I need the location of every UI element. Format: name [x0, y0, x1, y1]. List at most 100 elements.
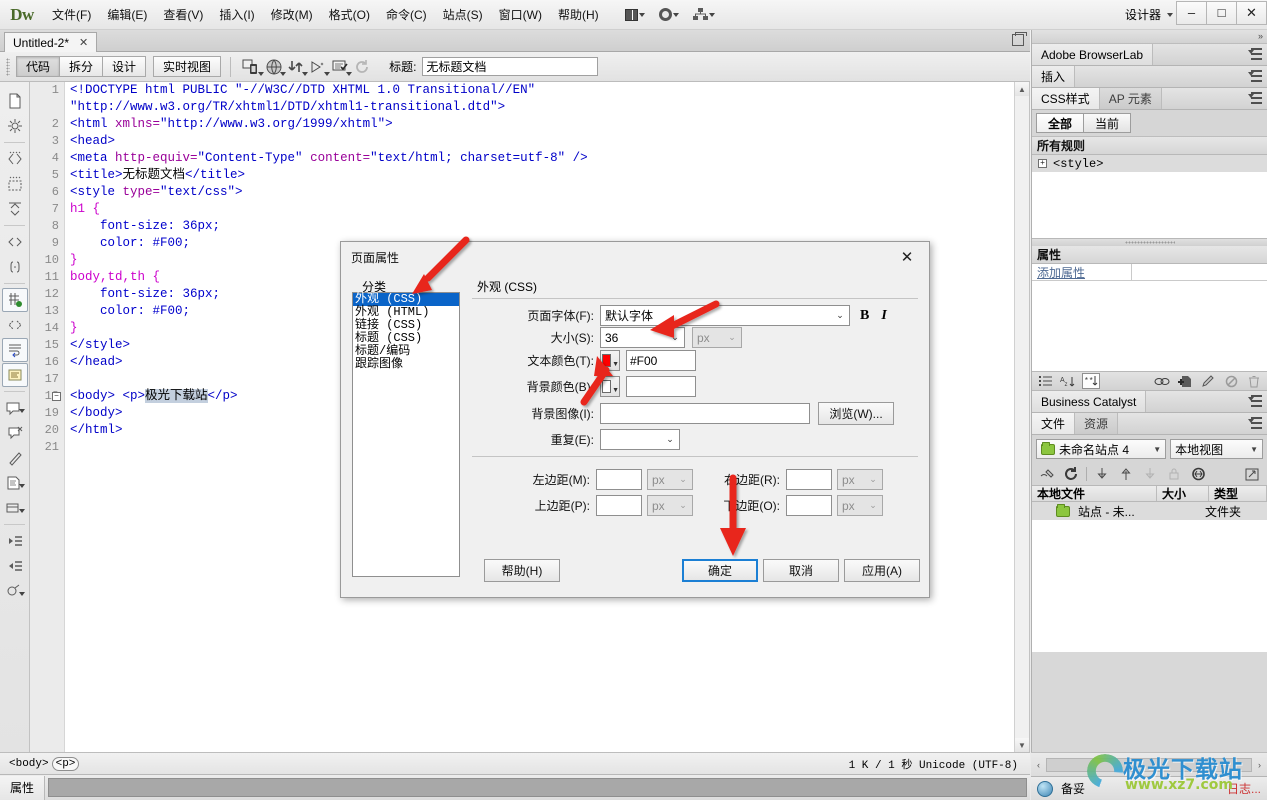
connect-icon[interactable] — [1038, 466, 1056, 482]
code-line[interactable]: <meta http-equiv="Content-Type" content=… — [70, 150, 1029, 167]
balance-braces-icon[interactable] — [2, 255, 28, 279]
panel-menu-icon[interactable] — [1248, 417, 1262, 429]
az-sort-icon[interactable]: Az — [1059, 373, 1077, 389]
collapse-full-tag-icon[interactable] — [2, 147, 28, 171]
dock-collapse-bar[interactable]: » — [1032, 30, 1267, 44]
expand-icon[interactable]: + — [1038, 159, 1047, 168]
property-value-cell[interactable] — [1132, 264, 1267, 280]
indent-code-icon[interactable] — [2, 529, 28, 553]
code-line[interactable]: "http://www.w3.org/TR/xhtml1/DTD/xhtml1-… — [70, 99, 1029, 116]
scroll-up-arrow[interactable]: ▲ — [1015, 82, 1029, 96]
property-inspector-tab[interactable]: 属性 — [0, 775, 46, 800]
code-line[interactable]: <title>无标题文档</title> — [70, 167, 1029, 184]
attach-style-sheet-icon[interactable] — [2, 496, 28, 520]
panel-browserlab-header[interactable]: Adobe BrowserLab — [1032, 44, 1267, 66]
close-icon[interactable]: ✕ — [79, 36, 88, 49]
bg-color-swatch[interactable]: ▼ — [600, 376, 620, 397]
show-code-navigator-icon[interactable] — [2, 114, 28, 138]
browse-button[interactable]: 浏览(W)... — [818, 402, 894, 425]
code-line[interactable]: font-size: 36px; — [70, 218, 1029, 235]
margin-bottom-unit-select[interactable]: px ⌄ — [837, 495, 883, 516]
margin-left-input[interactable] — [596, 469, 642, 490]
refresh-icon[interactable] — [1062, 466, 1080, 482]
site-select[interactable]: 未命名站点 4 ▼ — [1036, 439, 1167, 459]
minimize-button[interactable]: – — [1176, 0, 1207, 25]
layout-switcher-button[interactable] — [624, 8, 645, 21]
code-vertical-scrollbar[interactable]: ▲ ▼ — [1014, 82, 1029, 752]
margin-left-unit-select[interactable]: px ⌄ — [647, 469, 693, 490]
workspace-switcher[interactable]: 设计器 — [1125, 6, 1177, 23]
tab-assets[interactable]: 资源 — [1075, 413, 1119, 434]
scrollbar-track[interactable] — [1046, 757, 1252, 772]
menu-file[interactable]: 文件(F) — [44, 2, 99, 27]
category-item-5[interactable]: 跟踪图像 — [353, 358, 459, 371]
dialog-close-button[interactable]: ✕ — [885, 242, 929, 272]
maximize-button[interactable]: □ — [1206, 0, 1237, 25]
apply-comment-icon[interactable] — [2, 396, 28, 420]
margin-right-unit-select[interactable]: px ⌄ — [837, 469, 883, 490]
view-select[interactable]: 本地视图 ▼ — [1170, 439, 1263, 459]
menu-help[interactable]: 帮助(H) — [550, 2, 607, 27]
format-source-code-icon[interactable] — [2, 579, 28, 603]
new-css-rule-icon[interactable] — [1176, 373, 1194, 389]
italic-toggle[interactable]: I — [881, 308, 886, 324]
table-row[interactable]: 站点 - 未... 文件夹 — [1032, 502, 1267, 520]
panel-menu-icon[interactable] — [1248, 92, 1262, 104]
attach-style-sheet-icon[interactable] — [1153, 373, 1171, 389]
open-documents-icon[interactable] — [2, 89, 28, 113]
tab-ap-elements[interactable]: AP 元素 — [1099, 88, 1162, 109]
margin-right-input[interactable] — [786, 469, 832, 490]
files-table-body[interactable]: 站点 - 未... 文件夹 — [1032, 502, 1267, 652]
code-line[interactable]: <html xmlns="http://www.w3.org/1999/xhtm… — [70, 116, 1029, 133]
text-color-swatch[interactable]: ▼ — [600, 350, 620, 371]
add-property-link[interactable]: 添加属性 — [1032, 264, 1132, 280]
page-title-input[interactable] — [422, 57, 599, 76]
help-button[interactable]: 帮助(H) — [484, 559, 560, 582]
menu-insert[interactable]: 插入(I) — [211, 2, 262, 27]
apply-button[interactable]: 应用(A) — [844, 559, 920, 582]
line-numbers-icon[interactable] — [1, 288, 28, 312]
view-code-button[interactable]: 代码 — [16, 56, 61, 77]
live-code-icon[interactable] — [307, 56, 331, 78]
preview-in-browser-icon[interactable] — [263, 56, 287, 78]
site-management-button[interactable] — [692, 8, 715, 21]
document-tab[interactable]: Untitled-2* ✕ — [4, 32, 98, 52]
view-split-button[interactable]: 拆分 — [59, 56, 104, 77]
toolbar-grip[interactable] — [6, 57, 10, 76]
scroll-right-arrow[interactable]: › — [1252, 760, 1267, 770]
repeat-select[interactable]: ⌄ — [600, 429, 680, 450]
code-line[interactable]: <head> — [70, 133, 1029, 150]
code-line[interactable]: <!DOCTYPE html PUBLIC "-//W3C//DTD XHTML… — [70, 82, 1029, 99]
panel-insert-header[interactable]: 插入 — [1032, 66, 1267, 88]
tag-selector-body[interactable]: <body> — [6, 758, 52, 770]
view-design-button[interactable]: 设计 — [102, 56, 147, 77]
highlight-invalid-code-icon[interactable] — [2, 313, 28, 337]
remove-comment-icon[interactable] — [2, 421, 28, 445]
margin-bottom-input[interactable] — [786, 495, 832, 516]
edit-rule-icon[interactable] — [1199, 373, 1217, 389]
tab-files[interactable]: 文件 — [1032, 413, 1076, 434]
table-row[interactable]: 添加属性 — [1032, 264, 1267, 281]
restore-document-icon[interactable] — [1012, 32, 1027, 46]
menu-modify[interactable]: 修改(M) — [263, 2, 321, 27]
code-fold-toggle[interactable]: − — [52, 392, 61, 401]
panel-menu-icon[interactable] — [1248, 70, 1262, 82]
put-files-icon[interactable] — [1117, 466, 1135, 482]
page-font-select[interactable]: 默认字体 ⌄ — [600, 305, 850, 326]
menu-commands[interactable]: 命令(C) — [378, 2, 435, 27]
chevron-double-right-icon[interactable]: » — [1258, 31, 1263, 41]
outdent-code-icon[interactable] — [2, 554, 28, 578]
set-properties-icon[interactable]: ** — [1082, 373, 1100, 389]
collapse-selection-icon[interactable] — [2, 172, 28, 196]
category-list[interactable]: 外观 (CSS) 外观 (HTML) 链接 (CSS) 标题 (CSS) 标题/编码 跟踪… — [352, 292, 460, 577]
code-line[interactable]: h1 { — [70, 201, 1029, 218]
wrap-tag-icon[interactable] — [2, 446, 28, 470]
margin-top-input[interactable] — [596, 495, 642, 516]
bg-image-input[interactable] — [600, 403, 810, 424]
dock-horizontal-scrollbar[interactable]: ‹ › — [1031, 752, 1267, 776]
panel-menu-icon[interactable] — [1248, 48, 1262, 60]
file-transfer-icon[interactable] — [285, 56, 309, 78]
ok-button[interactable]: 确定 — [682, 559, 758, 582]
bg-color-input[interactable] — [626, 376, 696, 397]
expand-panel-icon[interactable] — [1243, 466, 1261, 482]
